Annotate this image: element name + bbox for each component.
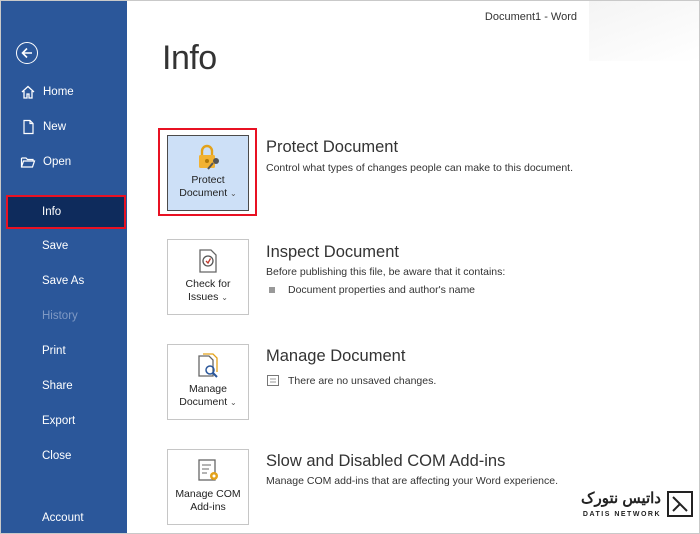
back-button[interactable]	[16, 42, 38, 64]
lock-key-icon	[199, 144, 219, 170]
manage-com-addins-button[interactable]: Manage COM Add-ins	[167, 449, 249, 525]
sidebar-item-label: Save As	[42, 275, 85, 287]
sidebar-item-save-as[interactable]: Save As	[1, 264, 127, 298]
section-title: Slow and Disabled COM Add-ins	[266, 452, 506, 470]
sidebar-item-history: History	[1, 299, 127, 333]
protect-document-button[interactable]: Protect Document ⌄	[167, 135, 249, 211]
sidebar-item-share[interactable]: Share	[1, 369, 127, 403]
sidebar-item-label: Close	[42, 450, 72, 462]
manage-document-button[interactable]: Manage Document ⌄	[167, 344, 249, 420]
backstage-sidebar: Home New Open Info Save Save As History …	[1, 1, 127, 533]
section-description: Control what types of changes people can…	[266, 162, 574, 174]
dropdown-caret-icon: ⌄	[230, 189, 237, 198]
dropdown-caret-icon: ⌄	[221, 293, 228, 302]
new-document-icon	[23, 119, 34, 135]
watermark: داتیس نتورک DATIS NETWORK	[543, 490, 693, 527]
sidebar-item-label: Home	[43, 86, 74, 98]
dropdown-caret-icon: ⌄	[230, 398, 237, 407]
sidebar-item-home[interactable]: Home	[1, 75, 127, 109]
button-line1: Protect	[191, 174, 225, 186]
button-line1: Manage	[189, 383, 227, 395]
sidebar-item-account[interactable]: Account	[1, 501, 127, 533]
sidebar-item-open[interactable]: Open	[1, 145, 127, 179]
sidebar-item-info[interactable]: Info	[6, 195, 126, 229]
sidebar-item-close[interactable]: Close	[1, 439, 127, 473]
watermark-subtext: DATIS NETWORK	[582, 511, 661, 518]
sidebar-item-label: Account	[42, 512, 84, 524]
sidebar-item-print[interactable]: Print	[1, 334, 127, 368]
button-line1: Check for	[185, 278, 231, 290]
section-title: Inspect Document	[266, 243, 399, 261]
document-status-icon	[267, 375, 279, 386]
watermark-text: داتیس نتورک	[581, 490, 661, 507]
button-line2: Document	[179, 187, 228, 199]
word-backstage-window: Home New Open Info Save Save As History …	[0, 0, 700, 534]
bullet-text: There are no unsaved changes.	[288, 375, 437, 387]
inspect-document-icon	[199, 249, 217, 273]
sidebar-item-label: Open	[43, 156, 72, 168]
sidebar-item-label: Save	[42, 240, 69, 252]
section-description: Manage COM add-ins that are affecting yo…	[266, 475, 559, 487]
button-line2: Document	[179, 396, 228, 408]
button-line2: Issues	[188, 291, 219, 303]
bullet-text: Document properties and author's name	[288, 284, 476, 296]
sidebar-item-label: New	[43, 121, 67, 133]
addins-settings-icon	[198, 459, 218, 481]
bullet-icon	[269, 287, 275, 293]
header-decoration	[589, 1, 699, 61]
sidebar-item-label: Print	[42, 345, 66, 357]
sidebar-item-export[interactable]: Export	[1, 404, 127, 438]
sidebar-item-label: Share	[42, 380, 73, 392]
sidebar-item-new[interactable]: New	[1, 110, 127, 144]
sidebar-item-save[interactable]: Save	[1, 229, 127, 263]
manage-document-icon	[198, 353, 218, 378]
open-folder-icon	[20, 157, 36, 168]
button-line2: Add-ins	[190, 501, 226, 513]
watermark-logo-icon	[667, 491, 693, 517]
section-title: Manage Document	[266, 347, 406, 365]
page-title: Info	[162, 39, 217, 77]
sidebar-item-label: Export	[42, 415, 76, 427]
back-arrow-icon	[21, 47, 32, 59]
sidebar-item-label: History	[42, 310, 78, 322]
button-line1: Manage COM	[175, 488, 241, 500]
check-for-issues-button[interactable]: Check for Issues ⌄	[167, 239, 249, 315]
sidebar-item-label: Info	[42, 206, 62, 218]
home-icon	[21, 85, 35, 99]
section-title: Protect Document	[266, 138, 399, 156]
section-description: Before publishing this file, be aware th…	[266, 266, 506, 278]
document-title: Document1 - Word	[484, 11, 577, 23]
